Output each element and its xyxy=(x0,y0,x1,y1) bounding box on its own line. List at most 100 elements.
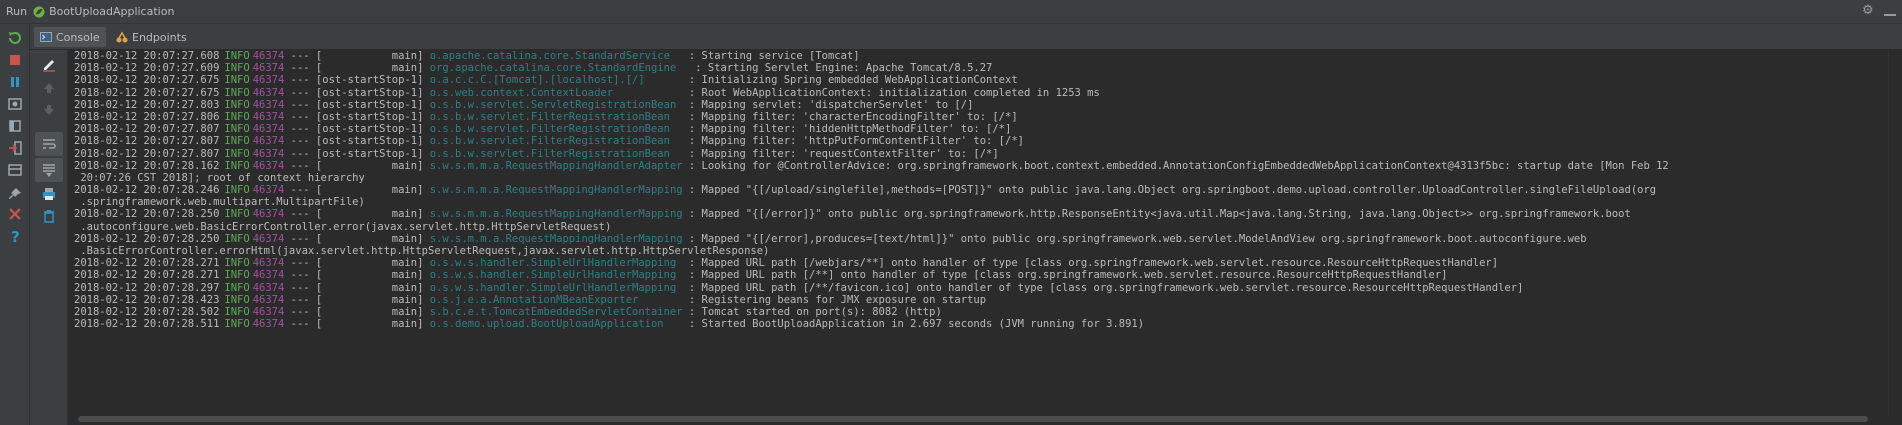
log-separator: --- [ xyxy=(284,232,323,245)
log-pid: 46374 xyxy=(252,135,285,148)
log-message: : Mapping filter: 'httpPutFormContentFil… xyxy=(682,135,1024,148)
log-level: INFO xyxy=(224,281,250,294)
log-line: 2018-02-12 20:07:28.271 INFO 46374 --- [ m… xyxy=(74,257,1888,269)
log-timestamp: 2018-02-12 20:07:27.807 xyxy=(74,147,220,160)
log-message: .springframework.web.multipart.Multipart… xyxy=(74,196,365,209)
console-output[interactable]: 2018-02-12 20:07:27.608 INFO 46374 --- [ m… xyxy=(68,50,1888,415)
log-timestamp: 2018-02-12 20:07:28.246 xyxy=(74,184,220,197)
log-timestamp: 2018-02-12 20:07:27.807 xyxy=(74,123,220,136)
log-pid: 46374 xyxy=(252,86,285,99)
log-timestamp: 2018-02-12 20:07:27.806 xyxy=(74,110,220,123)
log-timestamp: 2018-02-12 20:07:28.297 xyxy=(74,281,220,294)
log-logger: o.s.b.w.servlet.FilterRegistrationBean xyxy=(423,110,683,123)
log-level: INFO xyxy=(224,257,250,270)
log-timestamp: 2018-02-12 20:07:28.423 xyxy=(74,293,220,306)
log-thread: main] xyxy=(322,62,424,75)
log-message: : Mapped URL path [/**/favicon.ico] onto… xyxy=(682,281,1524,294)
vertical-scrollbar[interactable] xyxy=(1888,50,1902,415)
log-timestamp: 2018-02-12 20:07:28.271 xyxy=(74,257,220,270)
run-label: Run xyxy=(6,5,28,18)
log-message: : Mapped URL path [/**] onto handler of … xyxy=(682,269,1448,282)
log-message: .BasicErrorController.errorHtml(javax.se… xyxy=(74,245,770,257)
horizontal-scrollbar-thumb[interactable] xyxy=(78,416,1868,422)
log-level: INFO xyxy=(224,50,250,62)
log-thread: main] xyxy=(322,281,424,294)
log-logger: o.s.demo.upload.BootUploadApplication xyxy=(423,318,683,331)
log-separator: --- [ xyxy=(284,86,323,99)
rerun-icon[interactable] xyxy=(7,30,23,46)
log-logger: s.w.s.m.m.a.RequestMappingHandlerAdapter xyxy=(423,159,683,172)
log-thread: main] xyxy=(322,184,424,197)
log-message: : Mapping filter: 'hiddenHttpMethodFilte… xyxy=(682,123,1012,136)
log-message: : Mapped URL path [/webjars/**] onto han… xyxy=(682,257,1499,270)
horizontal-scrollbar[interactable] xyxy=(68,413,1888,425)
log-level: INFO xyxy=(224,74,250,87)
log-logger: s.w.s.m.m.a.RequestMappingHandlerMapping xyxy=(423,184,683,197)
log-separator: --- [ xyxy=(284,147,323,160)
log-level: INFO xyxy=(224,269,250,282)
pin-tab-icon[interactable] xyxy=(7,186,23,202)
close-icon[interactable] xyxy=(7,206,23,222)
tab-endpoints[interactable]: Endpoints xyxy=(110,27,193,47)
log-message: : Mapped "{[/error]}" onto public org.sp… xyxy=(682,208,1631,221)
log-message: : Mapped "{[/error],produces=[text/html]… xyxy=(682,232,1587,245)
log-line: 2018-02-12 20:07:28.246 INFO 46374 --- [ m… xyxy=(74,184,1888,196)
log-logger: o.apache.catalina.core.StandardService xyxy=(423,50,683,62)
print-icon[interactable] xyxy=(41,186,57,202)
dump-threads-icon[interactable] xyxy=(7,96,23,112)
log-pid: 46374 xyxy=(252,147,285,160)
log-pid: 46374 xyxy=(252,184,285,197)
log-pid: 46374 xyxy=(252,98,285,111)
scroll-up-icon[interactable] xyxy=(41,80,57,96)
log-message: : Registering beans for JMX exposure on … xyxy=(682,293,987,306)
restore-layout-icon[interactable] xyxy=(7,118,23,134)
log-thread: ost-startStop-1] xyxy=(322,147,424,160)
scroll-down-icon[interactable] xyxy=(41,102,57,118)
pause-icon[interactable] xyxy=(7,74,23,90)
log-separator: --- [ xyxy=(284,318,323,331)
log-message: : Started BootUploadApplication in 2.697… xyxy=(682,318,1145,331)
log-thread: main] xyxy=(322,305,424,318)
log-separator: --- [ xyxy=(284,62,323,75)
log-line: 2018-02-12 20:07:27.803 INFO 46374 --- [os… xyxy=(74,99,1888,111)
run-config-name[interactable]: BootUploadApplication xyxy=(49,5,174,18)
log-line: .BasicErrorController.errorHtml(javax.se… xyxy=(74,245,1888,257)
log-message: : Mapping servlet: 'dispatcherServlet' t… xyxy=(682,98,974,111)
log-separator: --- [ xyxy=(284,74,323,87)
edit-configuration-icon[interactable] xyxy=(41,56,57,72)
log-line: 2018-02-12 20:07:27.807 INFO 46374 --- [os… xyxy=(74,135,1888,147)
settings-gear-icon[interactable]: ⚙ xyxy=(1862,4,1876,18)
endpoints-icon xyxy=(116,31,128,43)
log-timestamp: 2018-02-12 20:07:27.675 xyxy=(74,86,220,99)
log-logger: o.s.b.w.servlet.FilterRegistrationBean xyxy=(423,123,683,136)
log-separator: --- [ xyxy=(284,123,323,136)
log-level: INFO xyxy=(224,86,250,99)
log-logger: o.s.w.s.handler.SimpleUrlHandlerMapping xyxy=(423,281,683,294)
log-logger: o.s.b.w.servlet.ServletRegistrationBean xyxy=(423,98,683,111)
log-level: INFO xyxy=(224,147,250,160)
log-pid: 46374 xyxy=(252,281,285,294)
log-pid: 46374 xyxy=(252,50,285,62)
stop-icon[interactable] xyxy=(7,52,23,68)
tab-console[interactable]: Console xyxy=(34,27,106,47)
log-separator: --- [ xyxy=(284,293,323,306)
exit-icon[interactable] xyxy=(7,140,23,156)
log-timestamp: 2018-02-12 20:07:28.271 xyxy=(74,269,220,282)
log-separator: --- [ xyxy=(284,135,323,148)
log-separator: --- [ xyxy=(284,159,323,172)
log-line: 2018-02-12 20:07:28.423 INFO 46374 --- [ m… xyxy=(74,294,1888,306)
log-level: INFO xyxy=(224,232,250,245)
log-level: INFO xyxy=(224,318,250,331)
clear-all-icon[interactable] xyxy=(41,208,57,224)
help-icon[interactable]: ? xyxy=(7,228,23,244)
tool-window-tabs: Console Endpoints xyxy=(30,24,1902,50)
log-message: : Mapping filter: 'characterEncodingFilt… xyxy=(682,110,1018,123)
hide-panel-icon[interactable] xyxy=(1884,14,1896,16)
log-pid: 46374 xyxy=(252,62,285,75)
spring-boot-icon xyxy=(33,6,45,17)
log-thread: main] xyxy=(322,159,424,172)
log-pid: 46374 xyxy=(252,123,285,136)
log-logger: o.s.b.w.servlet.FilterRegistrationBean xyxy=(423,147,683,160)
log-separator: --- [ xyxy=(284,281,323,294)
layout-icon[interactable] xyxy=(7,162,23,178)
